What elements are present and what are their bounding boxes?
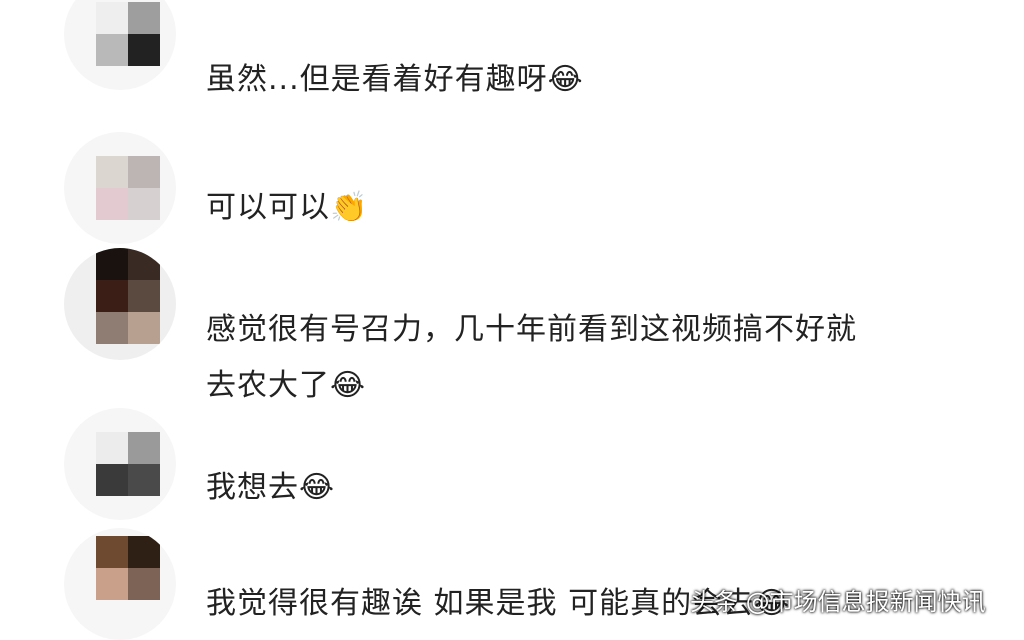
mosaic-tile bbox=[128, 432, 160, 464]
comment-text-content: 去农大了 bbox=[206, 368, 330, 403]
avatar-mosaic bbox=[96, 2, 160, 66]
watermark: 头条 @市场信息报新闻快讯 bbox=[690, 588, 986, 616]
mosaic-tile bbox=[96, 2, 128, 34]
mosaic-tile bbox=[96, 432, 128, 464]
avatar[interactable] bbox=[64, 528, 176, 640]
comment-text: 感觉很有号召力，几十年前看到这视频搞不好就 去农大了😂 bbox=[206, 302, 966, 414]
comment-text-content: 我觉得很有趣诶 如果是我 可能真的会去 bbox=[206, 586, 755, 621]
mosaic-tile bbox=[128, 464, 160, 496]
mosaic-tile bbox=[96, 280, 128, 312]
comment-text-line: 去农大了😂 bbox=[206, 358, 966, 414]
avatar-mosaic bbox=[96, 432, 160, 496]
mosaic-tile bbox=[128, 568, 160, 600]
mosaic-tile bbox=[128, 536, 160, 568]
avatar-mosaic bbox=[96, 248, 160, 344]
mosaic-tile bbox=[96, 34, 128, 66]
laughing-crying-emoji-icon: 😂 bbox=[330, 368, 367, 403]
comment-text: 虽然...但是看着好有趣呀😂 bbox=[206, 52, 966, 108]
mosaic-tile bbox=[128, 280, 160, 312]
avatar[interactable] bbox=[64, 248, 176, 360]
comment-text: 我想去😂 bbox=[206, 460, 966, 516]
mosaic-tile bbox=[96, 156, 128, 188]
laughing-crying-emoji-icon: 😂 bbox=[299, 470, 336, 505]
mosaic-tile bbox=[96, 248, 128, 280]
clapping-hands-emoji-icon: 👏 bbox=[330, 190, 369, 225]
mosaic-tile bbox=[128, 156, 160, 188]
comment-text-line: 感觉很有号召力，几十年前看到这视频搞不好就 bbox=[206, 312, 857, 347]
mosaic-tile bbox=[128, 312, 160, 344]
mosaic-tile bbox=[128, 188, 160, 220]
mosaic-tile bbox=[96, 312, 128, 344]
mosaic-tile bbox=[96, 188, 128, 220]
laughing-crying-emoji-icon: 😂 bbox=[547, 62, 584, 97]
avatar[interactable] bbox=[64, 0, 176, 90]
comment-text-content: 虽然...但是看着好有趣呀 bbox=[206, 62, 548, 97]
mosaic-tile bbox=[96, 464, 128, 496]
mosaic-tile bbox=[128, 248, 160, 280]
avatar[interactable] bbox=[64, 408, 176, 520]
mosaic-tile bbox=[96, 568, 128, 600]
comment-text: 可以可以👏 bbox=[206, 180, 966, 236]
avatar-mosaic bbox=[96, 156, 160, 220]
comment-text-content: 我想去 bbox=[206, 470, 299, 505]
comment-text-content: 可以可以 bbox=[206, 190, 330, 225]
avatar-mosaic bbox=[96, 536, 160, 600]
mosaic-tile bbox=[128, 2, 160, 34]
mosaic-tile bbox=[128, 34, 160, 66]
avatar[interactable] bbox=[64, 132, 176, 244]
mosaic-tile bbox=[96, 536, 128, 568]
